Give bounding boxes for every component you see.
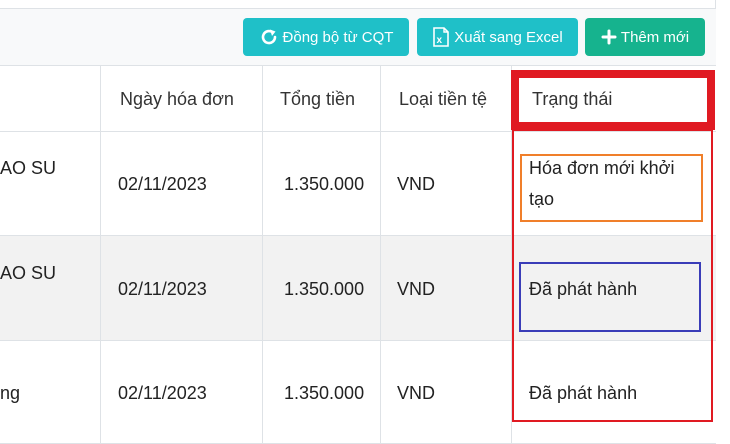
row-currency: VND (397, 279, 436, 299)
row-total: 1.350.000 (284, 174, 365, 194)
refresh-icon (261, 29, 276, 45)
row-invoice-date: 02/11/2023 (118, 383, 207, 403)
row-name-fragment: AO SU (0, 263, 57, 283)
row-name-fragment: AO SU (0, 158, 57, 178)
row-total: 1.350.000 (284, 279, 365, 299)
new-invoice-status-highlight-box (520, 154, 703, 222)
row-invoice-date: 02/11/2023 (118, 174, 207, 194)
excel-button-label: Xuất sang Excel (454, 28, 563, 46)
row-currency: VND (397, 174, 436, 194)
add-new-button[interactable]: Thêm mới (585, 18, 705, 56)
column-divider (262, 66, 263, 444)
column-header-invoice-date[interactable]: Ngày hóa đơn (120, 66, 234, 132)
plus-icon (601, 29, 617, 45)
excel-file-icon: x (433, 27, 450, 47)
column-divider (380, 66, 381, 444)
issued-status-highlight-box (519, 262, 701, 332)
sync-from-tax-authority-button[interactable]: Đồng bộ từ CQT (243, 18, 409, 56)
status-header-highlight-box (511, 70, 715, 130)
column-header-total[interactable]: Tổng tiền (280, 66, 355, 132)
toolbar: Đồng bộ từ CQT x Xuất sang Excel Thêm mớ… (0, 8, 716, 66)
row-name-fragment: ng (0, 383, 21, 403)
export-excel-button[interactable]: x Xuất sang Excel (417, 18, 578, 56)
svg-text:x: x (437, 35, 443, 46)
add-button-label: Thêm mới (620, 28, 690, 46)
sync-button-label: Đồng bộ từ CQT (282, 28, 394, 46)
row-invoice-date: 02/11/2023 (118, 279, 207, 299)
column-header-currency[interactable]: Loại tiền tệ (399, 66, 487, 132)
row-currency: VND (397, 383, 436, 403)
invoice-panel: Đồng bộ từ CQT x Xuất sang Excel Thêm mớ… (0, 0, 716, 444)
row-total: 1.350.000 (284, 383, 365, 403)
column-divider (100, 66, 101, 444)
